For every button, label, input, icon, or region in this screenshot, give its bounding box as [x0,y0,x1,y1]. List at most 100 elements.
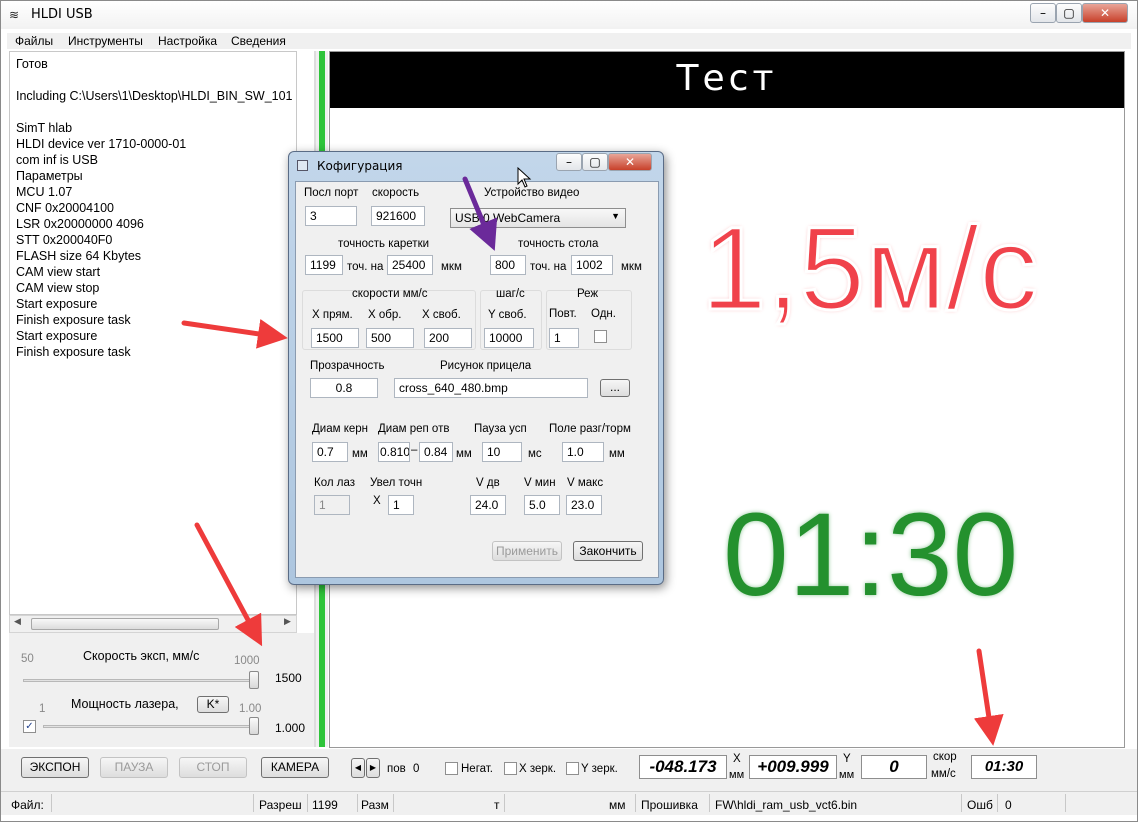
baud-label: скорость [372,187,420,199]
rotate-left-button[interactable]: ◀ [351,758,365,778]
log-line: Including C:\Users\1\Desktop\HLDI_BIN_SW… [16,89,293,103]
x-free-label: X своб. [422,309,461,321]
status-separator [253,794,254,812]
viewer-header: Тест [330,52,1124,108]
port-label: Посл порт [304,187,359,199]
log-panel[interactable]: Готов Including C:\Users\1\Desktop\HLDI_… [9,51,297,615]
table-precision-label: точность стола [518,238,599,250]
scrollbar-thumb[interactable] [31,618,219,630]
speed-slider-thumb[interactable] [249,671,259,689]
status-separator [1065,794,1066,812]
zoom-label: Увел точн [370,477,423,489]
accel-field-label: Поле разг/торм [549,423,631,435]
close-button[interactable]: ✕ [1082,3,1128,23]
laser-checkbox[interactable]: ✓ [23,720,36,733]
carriage-precision-field[interactable]: 1199 [305,255,343,275]
x-direct-field[interactable]: 1500 [311,328,359,348]
laser-min-label: 1 [39,703,46,715]
laser-slider[interactable] [43,717,259,735]
dialog-maximize-button[interactable]: ▢ [582,153,608,171]
rotation-label: пов [387,763,406,775]
menu-files[interactable]: Файлы [15,34,53,48]
menu-info[interactable]: Сведения [231,34,286,48]
speed-slider[interactable] [23,671,259,689]
carriage-on-label: точ. на [347,261,384,273]
rep-diameter-label: Диам реп отв [378,423,450,435]
x-back-field[interactable]: 500 [366,328,414,348]
vmin-field[interactable]: 5.0 [524,495,560,515]
table-precision-field[interactable]: 800 [490,255,526,275]
menu-tools[interactable]: Инструменты [68,34,143,48]
status-t-label: т [494,798,500,812]
vdv-field[interactable]: 24.0 [470,495,506,515]
minimize-button[interactable]: – [1030,3,1056,23]
y-free-field[interactable]: 10000 [484,328,534,348]
rep-dash: – [411,444,418,456]
speed-readout-unit: мм/с [931,768,956,780]
x-free-field[interactable]: 200 [424,328,472,348]
table-on-label: точ. на [530,261,567,273]
laser-value[interactable]: 1.000 [271,717,311,739]
time-readout: 01:30 [971,755,1037,779]
speed-overlay: 1,5м/с [700,202,1040,337]
rotate-right-button[interactable]: ▶ [366,758,380,778]
table-mkm-field[interactable]: 1002 [571,255,613,275]
finish-button[interactable]: Закончить [573,541,643,561]
status-size-label: Разм [361,798,389,812]
reticle-field[interactable]: cross_640_480.bmp [394,378,588,398]
status-file-label: Файл: [11,798,44,812]
rep-to-field[interactable]: 0.84 [419,442,453,462]
laser-slider-thumb[interactable] [249,717,259,735]
apply-button[interactable]: Применить [492,541,562,561]
chevron-down-icon: ▼ [611,211,620,221]
log-horizontal-scrollbar[interactable]: ◀ ▶ [9,615,297,633]
camera-button[interactable]: КАМЕРА [261,757,329,778]
negative-checkbox[interactable] [445,762,458,775]
x-mirror-checkbox[interactable] [504,762,517,775]
zoom-x-label: X [373,495,381,507]
rep-from-field[interactable]: 0.810 [378,442,410,462]
port-field[interactable]: 3 [305,206,357,226]
log-line: MCU 1.07 [16,185,73,199]
repeat-field[interactable]: 1 [549,328,579,348]
dialog-close-button[interactable]: ✕ [608,153,652,171]
status-separator [961,794,962,812]
x-mirror-label: X зерк. [519,763,557,775]
opacity-field[interactable]: 0.8 [310,378,378,398]
title-bar: ≋ HLDI USB – ▢ ✕ [1,1,1137,29]
laser-k-button[interactable]: K* [197,696,229,713]
vmax-field[interactable]: 23.0 [566,495,602,515]
status-res-label: Разреш [259,798,302,812]
repeat-label: Повт. [549,308,577,320]
status-mm-label: мм [609,798,626,812]
pause-button[interactable]: ПАУЗА [100,757,168,778]
maximize-button[interactable]: ▢ [1056,3,1082,23]
dialog-minimize-button[interactable]: – [556,153,582,171]
menu-settings[interactable]: Настройка [158,34,217,48]
scroll-right-icon[interactable]: ▶ [284,617,291,627]
mode-group-label: Реж [577,288,599,300]
log-line: Finish exposure task [16,345,131,359]
single-checkbox[interactable] [594,330,607,343]
status-separator [357,794,358,812]
speed-value[interactable]: 1500 [271,667,311,689]
vmax-label: V макс [567,477,604,489]
log-line: Start exposure [16,329,98,343]
carriage-unit-label: мкм [441,261,462,273]
pause-field[interactable]: 10 [482,442,522,462]
accel-field-field[interactable]: 1.0 [562,442,604,462]
pause-label: Пауза усп [474,423,527,435]
browse-reticle-button[interactable]: ... [600,379,630,397]
lasers-field[interactable]: 1 [314,495,350,515]
stop-button[interactable]: СТОП [179,757,247,778]
expose-button[interactable]: ЭКСПОН [21,757,89,778]
zoom-field[interactable]: 1 [388,495,414,515]
y-mirror-checkbox[interactable] [566,762,579,775]
video-device-select[interactable]: USB 0 WebCamera ▼ [450,208,626,228]
scroll-left-icon[interactable]: ◀ [14,617,21,627]
y-mirror-label: Y зерк. [581,763,618,775]
core-diameter-field[interactable]: 0.7 [312,442,348,462]
baud-field[interactable]: 921600 [371,206,425,226]
carriage-mkm-field[interactable]: 25400 [387,255,433,275]
